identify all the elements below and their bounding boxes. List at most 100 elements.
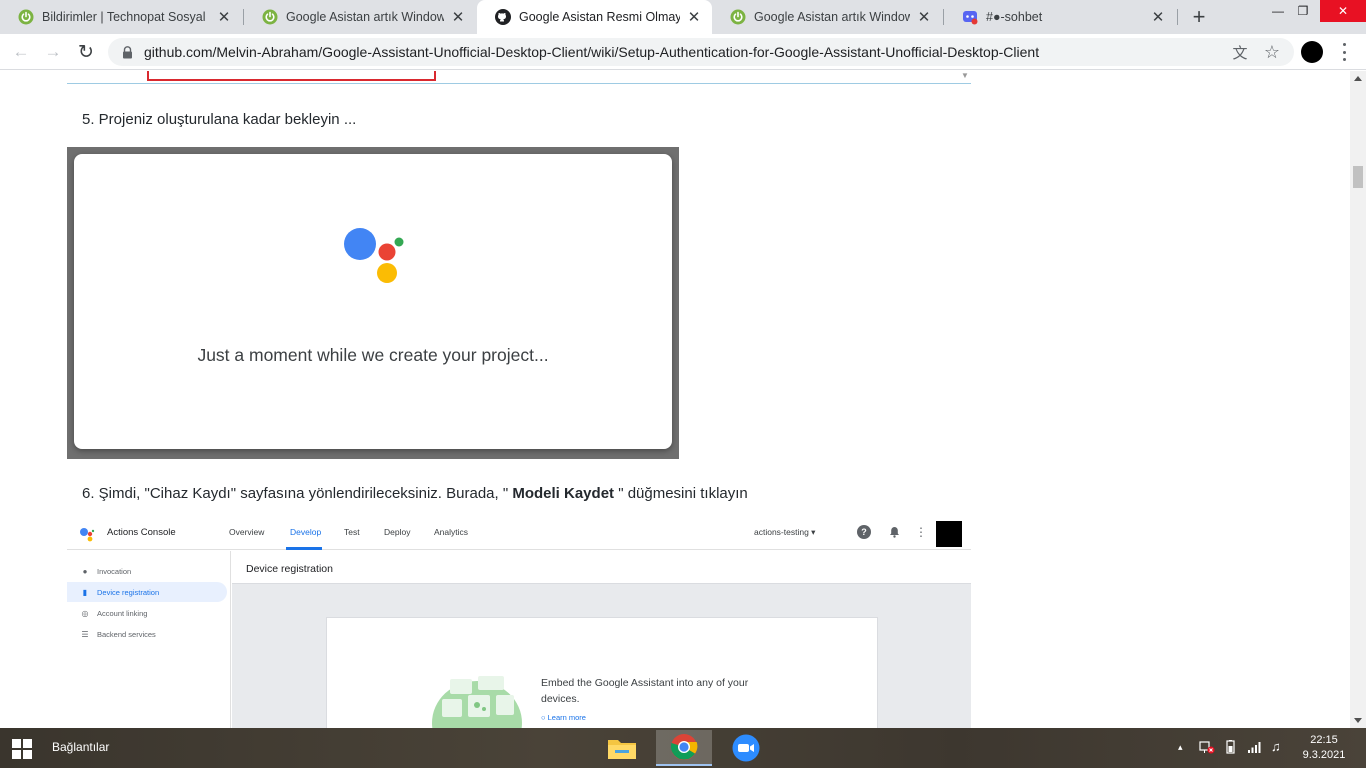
reload-button[interactable]: ↻	[73, 39, 99, 65]
scroll-down-icon[interactable]	[1354, 718, 1362, 723]
tab-title: #●-sohbet	[986, 10, 1043, 24]
power-icon	[18, 9, 34, 25]
github-icon	[495, 9, 511, 25]
wiki-page-content: ▼ 5. Projeniz oluşturulana kadar bekleyi…	[0, 71, 1350, 728]
creating-project-dialog: Just a moment while we create your proje…	[74, 154, 672, 449]
tab-google-asistan-windows-2[interactable]: Google Asistan artık Windows 1 ✕	[712, 0, 942, 34]
discord-icon	[962, 9, 978, 25]
back-button[interactable]: ←	[8, 39, 34, 65]
actions-console-header: Actions Console Overview Develop Test De…	[67, 516, 971, 550]
network-error-icon[interactable]	[1199, 740, 1215, 757]
wifi-signal-icon[interactable]	[1247, 740, 1263, 757]
tab-strip: Bildirimler | Technopat Sosyal ✕ Google …	[0, 0, 1366, 34]
pin-icon: ○	[541, 713, 546, 722]
profile-avatar[interactable]	[1301, 41, 1323, 63]
device-registration-card: Embed the Google Assistant into any of y…	[326, 617, 878, 728]
actions-console-sidebar: ● Invocation ▮ Device registration ◎ Acc…	[67, 551, 231, 728]
sidebar-item-backend-services: ☰ Backend services	[67, 624, 227, 644]
url-text: github.com/Melvin-Abraham/Google-Assista…	[144, 44, 1040, 60]
system-clock[interactable]: 22:15 9.3.2021	[1300, 733, 1348, 763]
nav-analytics: Analytics	[434, 527, 469, 537]
tab-discord-sohbet[interactable]: #●-sohbet ✕	[944, 0, 1176, 34]
tab-google-asistan-windows[interactable]: Google Asistan artık Windows 1 ✕	[244, 0, 476, 34]
step-6-text: 6. Şimdi, "Cihaz Kaydı" sayfasına yönlen…	[82, 485, 748, 502]
nav-develop: Develop	[290, 527, 322, 537]
device-icon: ▮	[82, 587, 88, 597]
windows-taskbar: Bağlantılar ▴ ♫ 22:15 9.3.2021	[0, 728, 1366, 768]
close-icon[interactable]: ✕	[1150, 9, 1166, 26]
tab-technopat-notifications[interactable]: Bildirimler | Technopat Sosyal ✕	[0, 0, 242, 34]
links-toolbar-label[interactable]: Bağlantılar	[52, 740, 109, 754]
chrome-menu-icon[interactable]	[1336, 43, 1352, 61]
learn-more-label: Learn more	[547, 713, 586, 722]
lock-icon	[122, 45, 134, 59]
scroll-up-icon[interactable]	[1354, 76, 1362, 81]
devices-illustration-icon	[432, 676, 522, 728]
page-title: Device registration	[232, 551, 971, 584]
window-close-button[interactable]: ✕	[1320, 0, 1366, 22]
tab-title: Google Asistan artık Windows 1	[754, 10, 910, 24]
windows-start-icon[interactable]	[12, 739, 32, 759]
page-scrollbar[interactable]	[1350, 71, 1366, 728]
close-icon[interactable]: ✕	[216, 9, 232, 26]
actions-console-screenshot: Actions Console Overview Develop Test De…	[67, 516, 971, 728]
nav-overview: Overview	[229, 527, 265, 537]
highlight-box	[147, 71, 436, 81]
clock-date: 9.3.2021	[1302, 749, 1346, 761]
sidebar-item-label: Device registration	[97, 587, 160, 597]
previous-screenshot-bottom: ▼	[67, 71, 971, 84]
close-icon[interactable]: ✕	[686, 9, 702, 26]
sidebar-item-label: Account linking	[97, 608, 148, 618]
chevron-down-icon: ▼	[961, 71, 969, 80]
tab-title: Bildirimler | Technopat Sosyal	[42, 10, 206, 24]
learn-more-link: ○ Learn more	[541, 713, 586, 722]
step-6-suffix: " düğmesini tıklayın	[614, 485, 748, 502]
notifications-bell-icon	[887, 525, 901, 539]
tab-github-wiki[interactable]: Google Asistan Resmi Olmayan ✕	[477, 0, 712, 34]
more-options-icon: ⋮	[915, 525, 927, 539]
sidebar-item-device-registration: ▮ Device registration	[67, 582, 227, 602]
actions-console-title: Actions Console	[107, 527, 176, 538]
step-5-text: 5. Projeniz oluşturulana kadar bekleyin …	[82, 111, 357, 128]
clock-time: 22:15	[1310, 734, 1338, 746]
power-icon	[730, 9, 746, 25]
redacted-avatar	[936, 521, 962, 547]
battery-icon[interactable]	[1223, 740, 1237, 757]
project-selector: actions-testing ▾	[754, 527, 816, 537]
actions-console-main: Device registration Embed the Google Ass…	[232, 551, 971, 728]
restore-button[interactable]: ❐	[1281, 0, 1325, 22]
project-creation-screenshot: Just a moment while we create your proje…	[67, 147, 679, 459]
nav-deploy: Deploy	[384, 527, 411, 537]
browser-toolbar: ← → ↻ github.com/Melvin-Abraham/Google-A…	[0, 34, 1366, 70]
address-bar[interactable]: github.com/Melvin-Abraham/Google-Assista…	[108, 38, 1294, 66]
show-hidden-icons-chevron[interactable]: ▴	[1178, 742, 1183, 753]
new-tab-button[interactable]: +	[1187, 4, 1211, 29]
volume-icon[interactable]: ♫	[1271, 739, 1281, 754]
step-6-bold: Modeli Kaydet	[512, 485, 615, 502]
sidebar-item-account-linking: ◎ Account linking	[67, 603, 227, 623]
sidebar-item-invocation: ● Invocation	[67, 561, 227, 581]
dialog-message: Just a moment while we create your proje…	[197, 345, 549, 365]
tab-title: Google Asistan artık Windows 1	[286, 10, 444, 24]
account-icon: ◎	[81, 608, 89, 618]
sidebar-item-label: Invocation	[97, 566, 132, 576]
scroll-thumb[interactable]	[1353, 166, 1363, 188]
microphone-icon: ●	[82, 566, 88, 576]
file-explorer-icon[interactable]	[594, 730, 650, 766]
embed-description: Embed the Google Assistant into any of y…	[541, 677, 749, 705]
help-icon: ?	[857, 525, 871, 539]
chrome-icon[interactable]	[656, 730, 712, 766]
tab-separator	[1177, 9, 1178, 25]
power-icon	[262, 9, 278, 25]
sidebar-item-label: Backend services	[97, 629, 156, 639]
active-nav-indicator	[286, 547, 322, 550]
close-icon[interactable]: ✕	[916, 9, 932, 26]
translate-icon[interactable]: 文	[1230, 42, 1250, 62]
google-assistant-logo-icon	[344, 228, 404, 283]
close-icon[interactable]: ✕	[450, 9, 466, 26]
nav-test: Test	[344, 527, 360, 537]
services-icon: ☰	[81, 629, 89, 639]
bookmark-star-icon[interactable]: ☆	[1262, 42, 1282, 62]
zoom-icon[interactable]	[718, 730, 774, 766]
forward-button[interactable]: →	[40, 39, 66, 65]
